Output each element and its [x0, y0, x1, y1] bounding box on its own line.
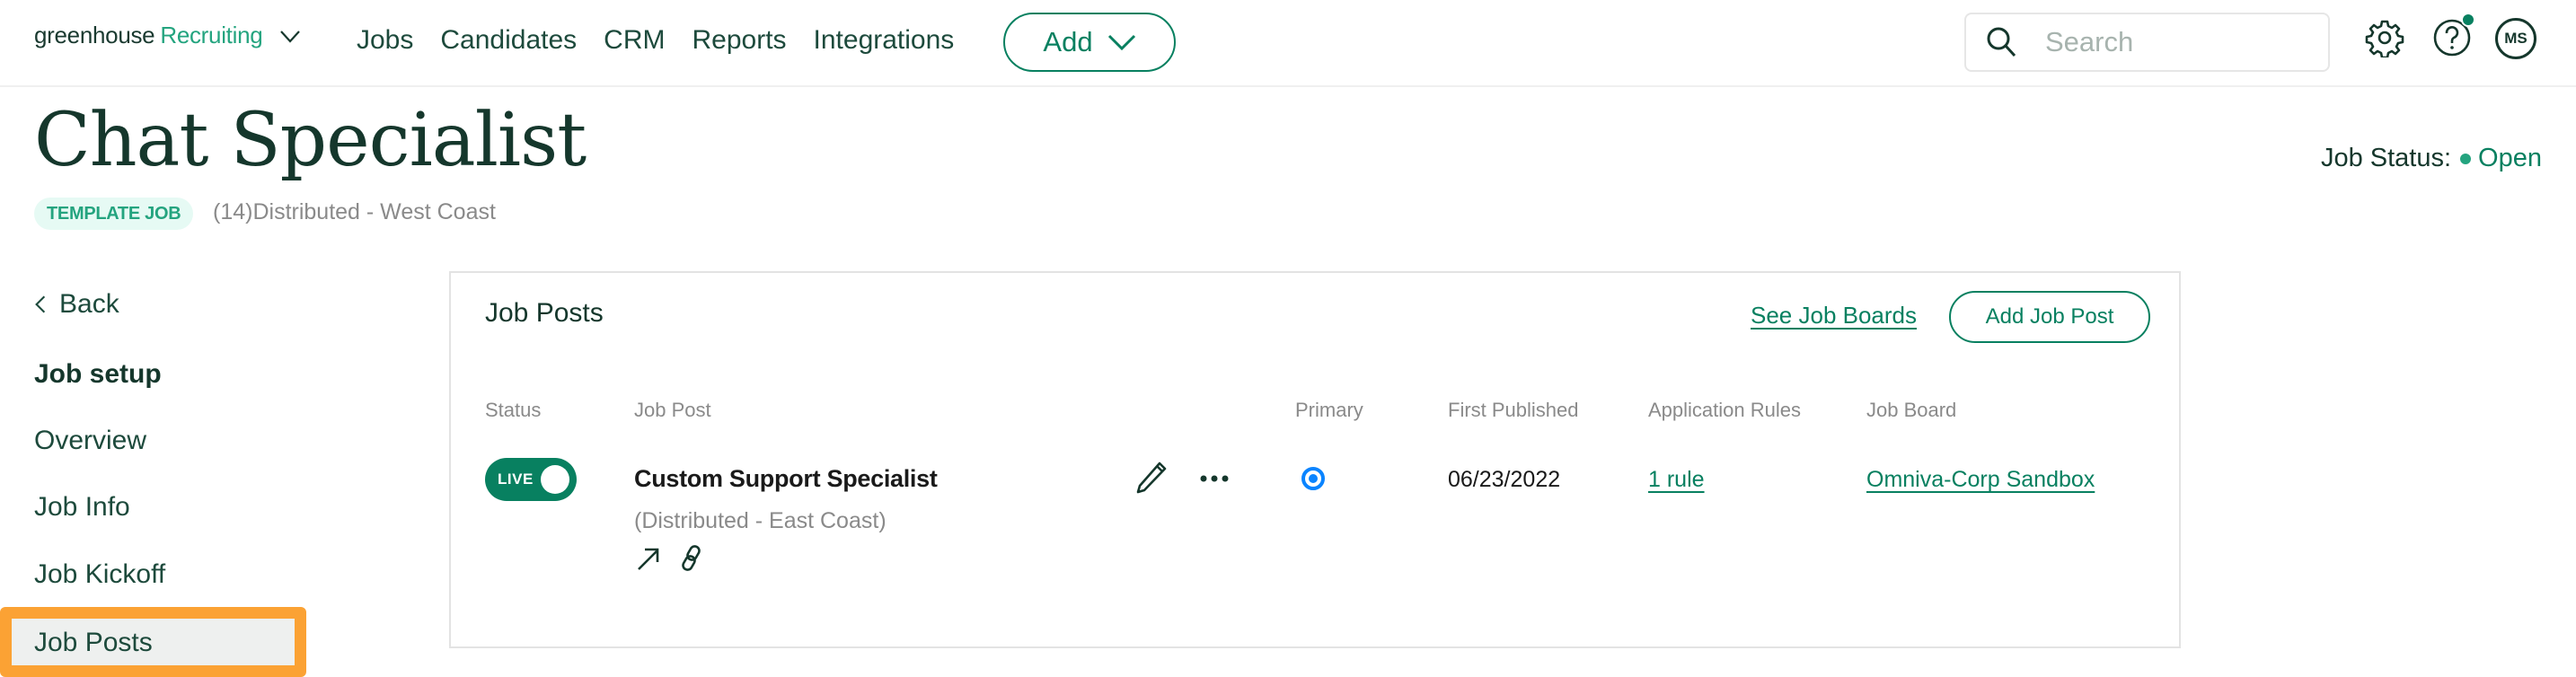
- sidebar-item-job-kickoff[interactable]: Job Kickoff: [34, 559, 165, 590]
- gear-icon[interactable]: [2365, 18, 2404, 59]
- top-navigation: greenhouse Recruiting Jobs Candidates CR…: [0, 0, 2576, 87]
- back-link[interactable]: Back: [34, 289, 119, 320]
- pencil-icon[interactable]: [1134, 460, 1169, 496]
- back-label: Back: [59, 289, 119, 319]
- see-job-boards-link[interactable]: See Job Boards: [1751, 302, 1917, 330]
- job-posts-card: Job Posts See Job Boards Add Job Post St…: [449, 271, 2181, 648]
- primary-radio[interactable]: [1301, 467, 1325, 490]
- nav-jobs[interactable]: Jobs: [357, 25, 413, 56]
- sidebar-item-job-posts[interactable]: Job Posts: [0, 607, 306, 677]
- job-status-label: Job Status:: [2320, 144, 2452, 172]
- job-post-location: (Distributed - East Coast): [634, 508, 887, 533]
- live-toggle[interactable]: LIVE: [485, 458, 577, 501]
- page-title: Chat Specialist: [34, 98, 587, 183]
- template-job-badge: TEMPLATE JOB: [34, 198, 194, 230]
- column-header-first-published: First Published: [1448, 399, 1579, 421]
- column-header-primary: Primary: [1295, 399, 1363, 421]
- app-logo[interactable]: greenhouse Recruiting: [34, 22, 302, 49]
- toggle-knob: [541, 465, 569, 494]
- sidebar-section-heading: Job setup: [34, 359, 162, 389]
- column-header-status: Status: [485, 399, 542, 421]
- job-board-link[interactable]: Omniva-Corp Sandbox: [1866, 467, 2095, 493]
- status-dot-icon: [2460, 153, 2472, 164]
- job-status-value[interactable]: Open: [2478, 144, 2542, 173]
- column-header-job-post: Job Post: [634, 399, 711, 421]
- job-status[interactable]: Job Status: Open: [2321, 144, 2542, 173]
- chevron-down-icon: [1107, 34, 1135, 51]
- external-link-icon[interactable]: [634, 544, 663, 573]
- search-box[interactable]: [1964, 13, 2330, 72]
- nav-integrations[interactable]: Integrations: [814, 25, 955, 56]
- copy-link-icon[interactable]: [677, 544, 706, 573]
- column-header-application-rules: Application Rules: [1648, 399, 1801, 421]
- first-published-date: 06/23/2022: [1448, 467, 1561, 492]
- chevron-down-icon[interactable]: [278, 24, 302, 48]
- notification-dot: [2461, 13, 2475, 27]
- job-location: (14)Distributed - West Coast: [213, 199, 496, 224]
- sidebar-item-label: Job Posts: [34, 628, 153, 657]
- add-job-post-button[interactable]: Add Job Post: [1949, 291, 2150, 343]
- add-button[interactable]: Add: [1003, 13, 1176, 72]
- logo-greenhouse: greenhouse: [34, 22, 155, 48]
- live-toggle-label: LIVE: [498, 470, 534, 488]
- nav-reports[interactable]: Reports: [692, 25, 786, 56]
- column-header-job-board: Job Board: [1866, 399, 1957, 421]
- search-input[interactable]: [2045, 26, 2315, 58]
- help-icon[interactable]: [2432, 13, 2475, 57]
- sidebar-item-overview[interactable]: Overview: [34, 426, 146, 456]
- job-post-name: Custom Support Specialist: [634, 465, 938, 492]
- user-avatar[interactable]: MS: [2495, 18, 2536, 59]
- sidebar-item-job-info[interactable]: Job Info: [34, 492, 130, 523]
- logo-recruiting: Recruiting: [160, 22, 263, 48]
- application-rules-link[interactable]: 1 rule: [1648, 467, 1705, 493]
- card-title: Job Posts: [485, 298, 604, 328]
- search-icon: [1987, 27, 2016, 57]
- chevron-left-icon: [35, 295, 46, 313]
- more-options-icon[interactable]: [1198, 465, 1231, 492]
- add-button-label: Add: [1043, 26, 1093, 57]
- nav-crm[interactable]: CRM: [604, 25, 665, 56]
- nav-candidates[interactable]: Candidates: [440, 25, 577, 56]
- main-nav: Jobs Candidates CRM Reports Integrations: [357, 25, 954, 56]
